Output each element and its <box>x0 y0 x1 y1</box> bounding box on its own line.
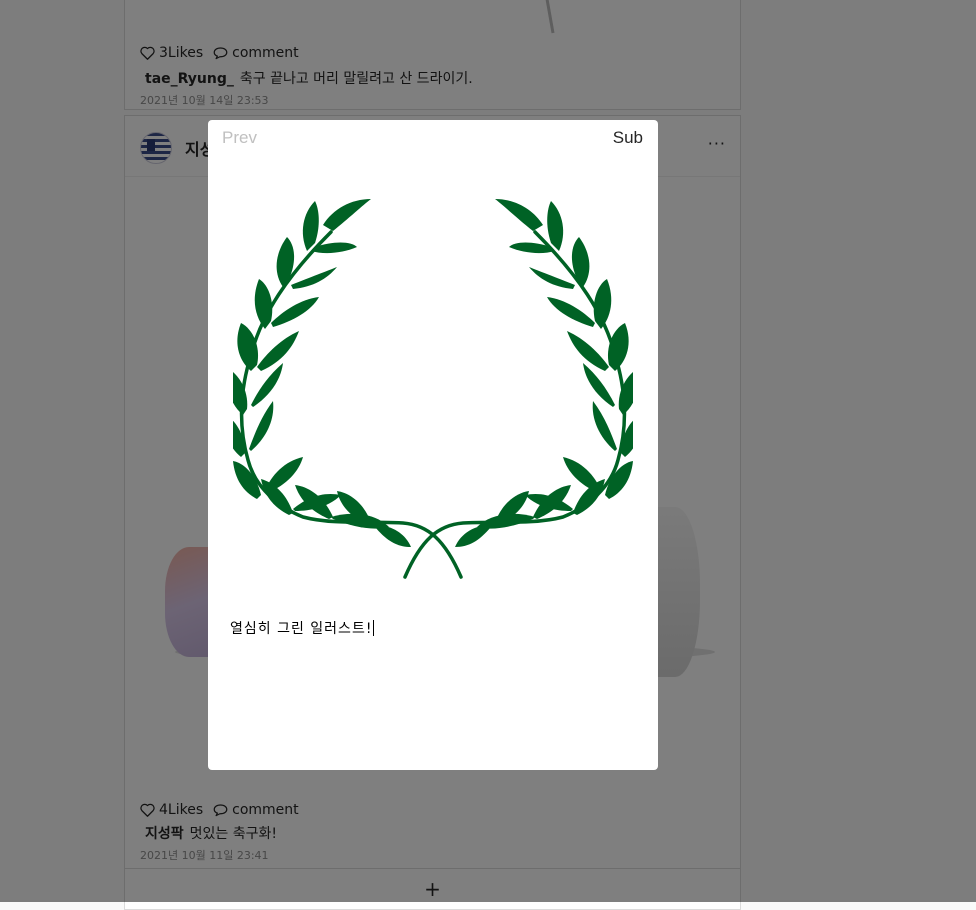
post-upload-modal: Prev Sub 열심히 그린 일러스트! <box>208 120 658 770</box>
post-text-input[interactable]: 열심히 그린 일러스트! <box>230 618 636 748</box>
prev-button[interactable]: Prev <box>222 128 257 148</box>
post-text-value: 열심히 그린 일러스트! <box>230 621 373 637</box>
laurel-wreath-icon <box>233 197 633 579</box>
text-caret <box>373 620 375 636</box>
submit-button[interactable]: Sub <box>613 128 643 148</box>
